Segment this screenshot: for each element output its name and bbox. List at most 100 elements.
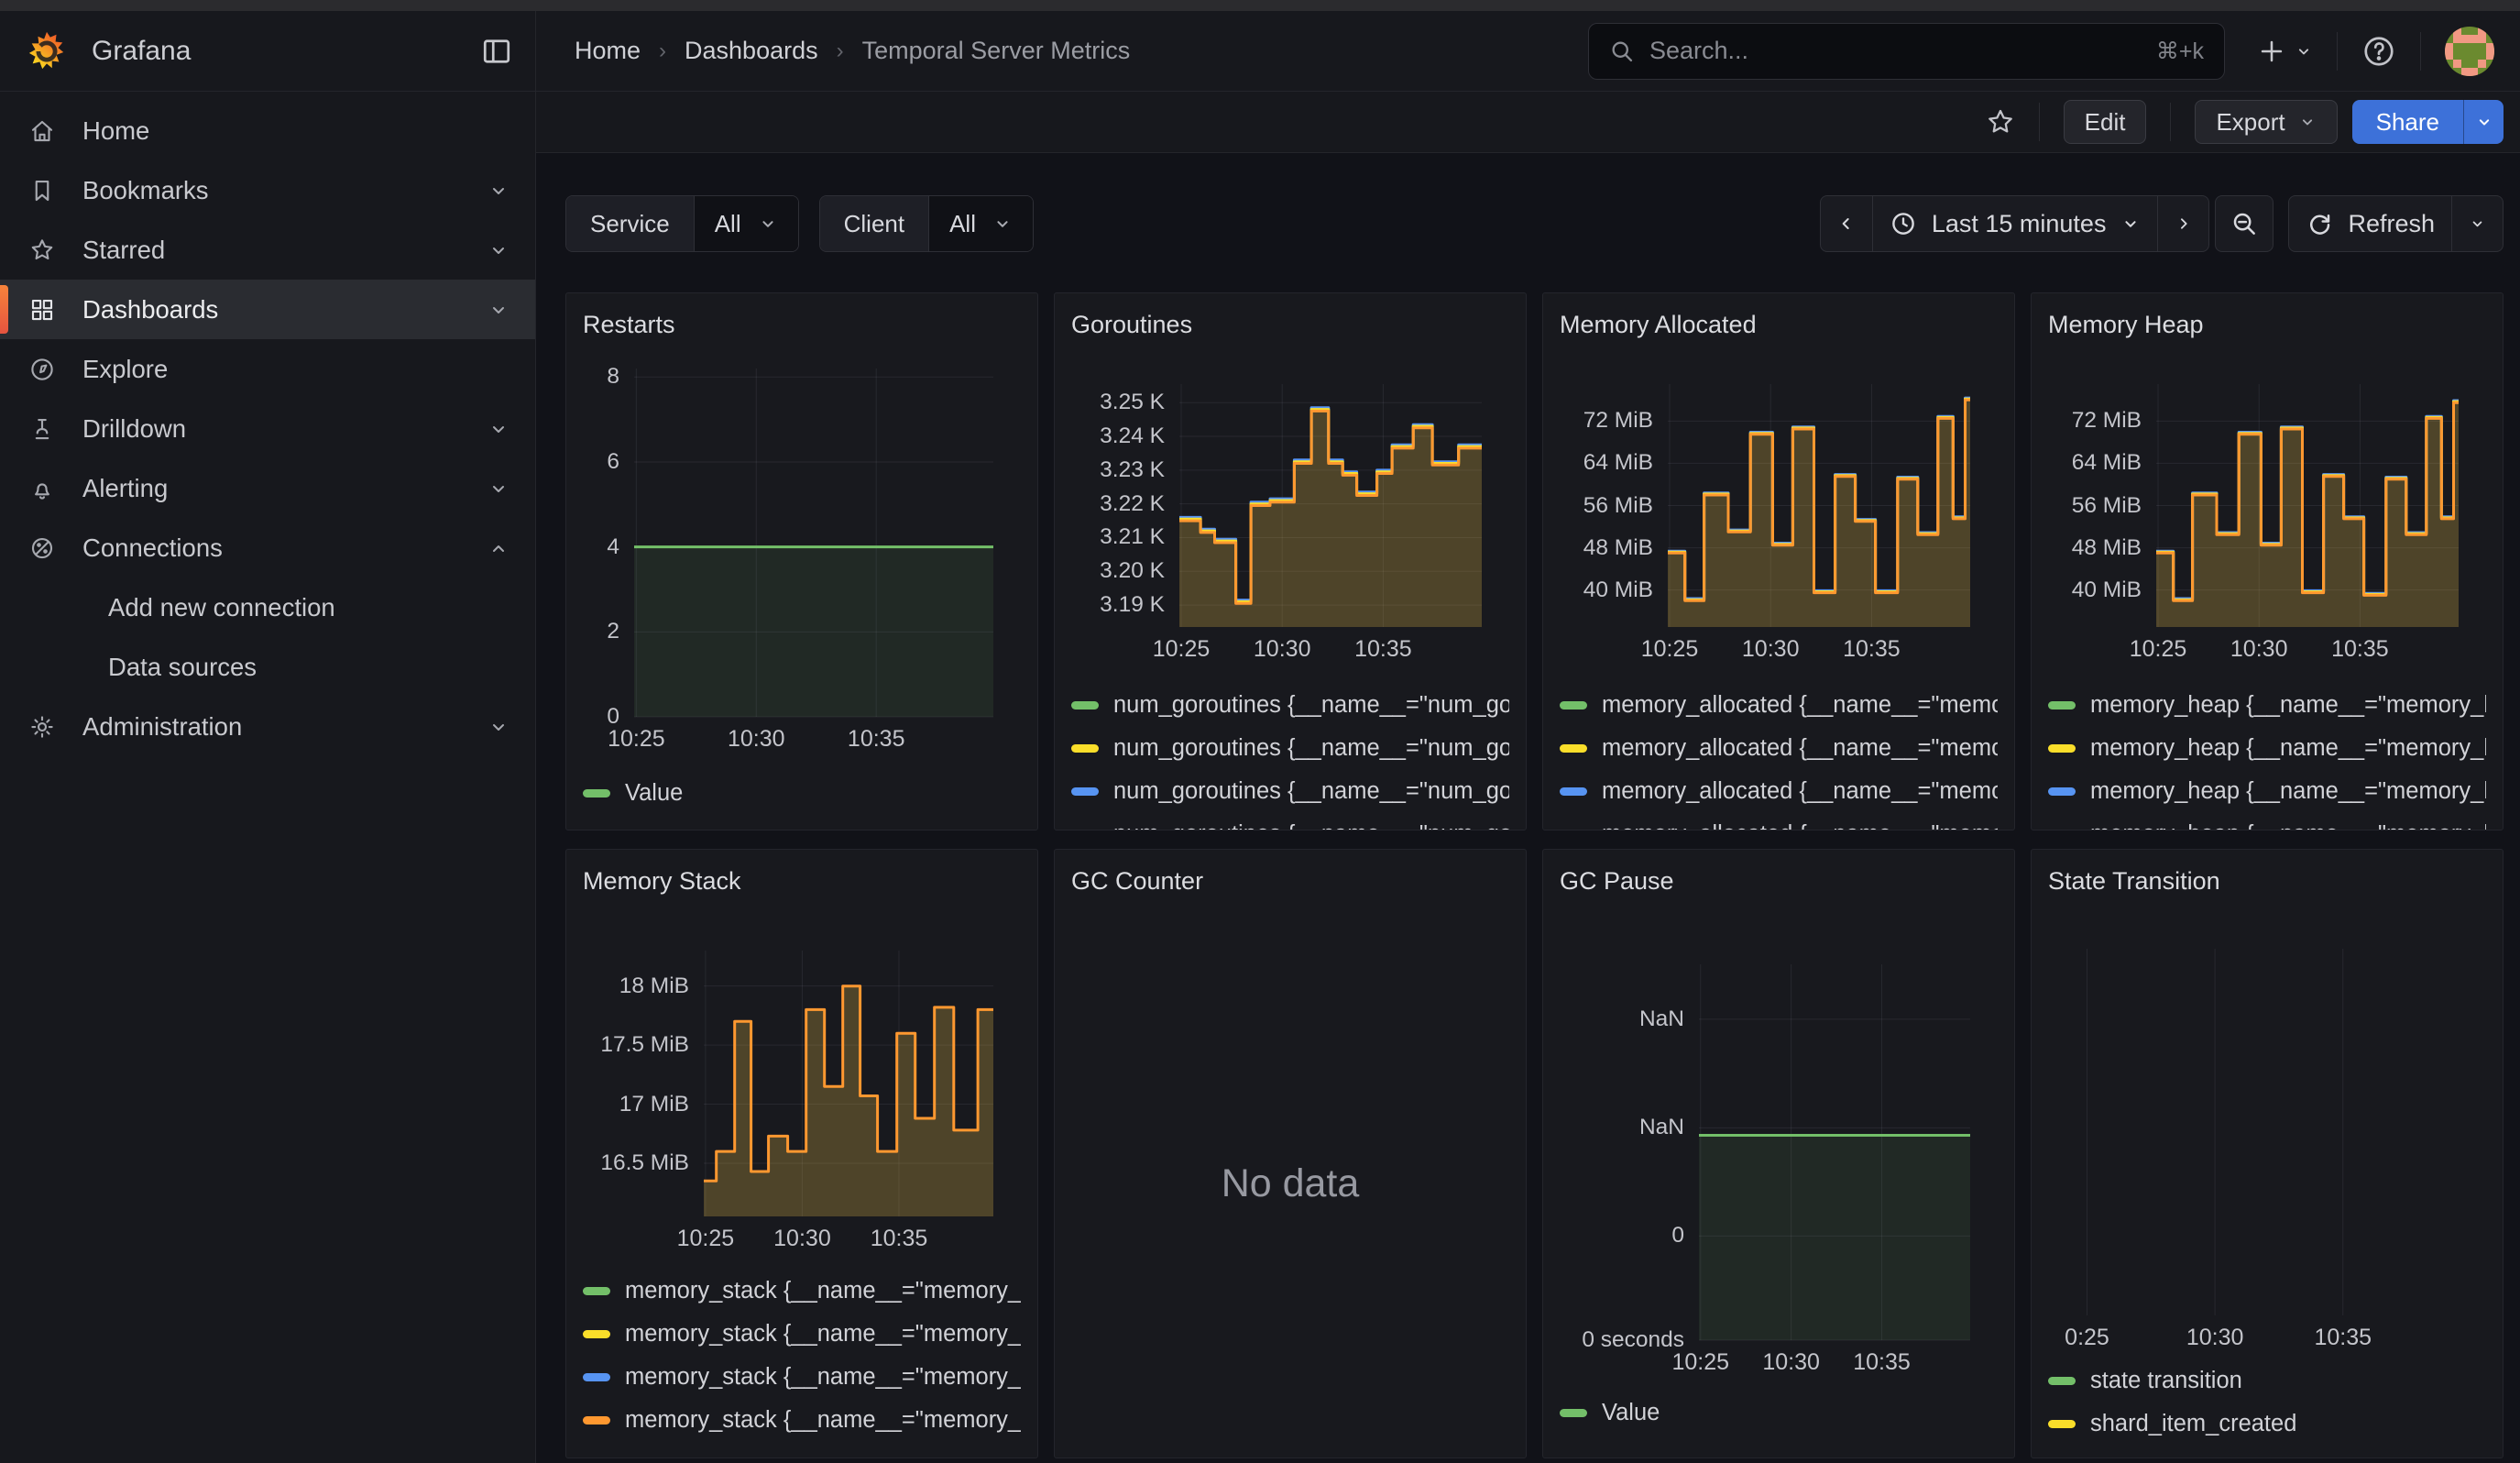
client-filter[interactable]: Client All <box>819 195 1034 252</box>
y-axis-tick-label: 3.25 K <box>1071 389 1165 416</box>
export-button[interactable]: Export <box>2195 100 2337 144</box>
memory-allocated-legend: memory_allocated {__name__="memomemory_a… <box>1560 684 1998 830</box>
share-button[interactable]: Share <box>2352 100 2463 144</box>
legend-item[interactable]: memory_stack {__name__="memory_s <box>583 1356 1021 1399</box>
sidebar-item-bookmarks[interactable]: Bookmarks <box>0 160 535 220</box>
chevron-down-icon <box>2298 113 2317 131</box>
goroutines-chart[interactable]: 3.25 K3.24 K3.23 K3.22 K3.21 K3.20 K3.19… <box>1071 384 1509 627</box>
grafana-logo-icon[interactable] <box>26 30 68 72</box>
sidebar-item-connections[interactable]: Connections <box>0 518 535 578</box>
panel-title[interactable]: Restarts <box>583 306 1021 343</box>
legend-swatch <box>1560 1409 1587 1417</box>
legend-swatch <box>583 1416 610 1424</box>
share-menu-button[interactable] <box>2463 100 2504 144</box>
favorite-star-icon[interactable] <box>1986 107 2015 137</box>
help-icon[interactable] <box>2361 34 2396 69</box>
edit-button[interactable]: Edit <box>2064 100 2147 144</box>
sidebar-item-alerting[interactable]: Alerting <box>0 458 535 518</box>
x-axis-tick-label: 10:30 <box>2186 1325 2244 1351</box>
memory-stack-chart[interactable]: 18 MiB17.5 MiB17 MiB16.5 MiB10:2510:3010… <box>583 951 1021 1216</box>
sidebar-item-starred[interactable]: Starred <box>0 220 535 280</box>
memory-stack-legend: memory_stack {__name__="memory_s memory_s… <box>583 1270 1021 1442</box>
sidebar-item-explore[interactable]: Explore <box>0 339 535 399</box>
refresh-label: Refresh <box>2348 210 2435 238</box>
legend-item[interactable]: num_goroutines {__name__="num_go <box>1071 813 1509 830</box>
sidebar-item-drilldown[interactable]: Drilldown <box>0 399 535 458</box>
x-axis-tick-label: 10:35 <box>1843 636 1901 663</box>
legend-item[interactable]: memory_allocated {__name__="memo <box>1560 727 1998 770</box>
legend-item[interactable]: memory_stack {__name__="memory_s <box>583 1399 1021 1442</box>
x-axis-tick-label: 10:30 <box>1254 636 1311 663</box>
sidebar-item-add-new-connection[interactable]: Add new connection <box>0 578 535 637</box>
legend-label: num_goroutines {__name__="num_go <box>1113 821 1509 830</box>
legend-item[interactable]: memory_heap {__name__="memory_h <box>2048 813 2486 830</box>
time-shift-back-button[interactable] <box>1821 196 1872 251</box>
chevron-down-icon <box>488 478 509 500</box>
sidebar-item-home[interactable]: Home <box>0 101 535 160</box>
time-shift-forward-button[interactable] <box>2157 196 2208 251</box>
refresh-button[interactable]: Refresh <box>2289 196 2451 251</box>
breadcrumb: Home › Dashboards › Temporal Server Metr… <box>575 37 1130 65</box>
search-icon <box>1609 38 1635 64</box>
legend-item[interactable]: Value <box>583 772 1021 815</box>
legend-item[interactable]: shard_item_created <box>2048 1402 2486 1446</box>
zoom-out-button[interactable] <box>2215 195 2273 252</box>
chevron-down-icon <box>488 418 509 440</box>
legend-label: memory_stack {__name__="memory_s <box>625 1321 1021 1348</box>
sidebar-item-administration[interactable]: Administration <box>0 697 535 756</box>
legend-item[interactable]: Value <box>1560 1392 1998 1435</box>
refresh-controls: Refresh <box>2288 195 2504 252</box>
time-range-picker[interactable]: Last 15 minutes <box>1872 196 2158 251</box>
add-new-button[interactable] <box>2256 36 2313 67</box>
legend-item[interactable]: num_goroutines {__name__="num_go <box>1071 684 1509 727</box>
legend-item[interactable]: memory_allocated {__name__="memo <box>1560 684 1998 727</box>
search-placeholder: Search... <box>1649 37 2156 65</box>
star-icon <box>27 236 57 264</box>
panel-title[interactable]: State Transition <box>2048 863 2486 899</box>
divider <box>2337 32 2338 71</box>
legend-item[interactable]: memory_heap {__name__="memory_h <box>2048 727 2486 770</box>
sidebar-item-dashboards[interactable]: Dashboards <box>0 280 535 339</box>
sidebar-item-data-sources[interactable]: Data sources <box>0 637 535 697</box>
legend-label: memory_heap {__name__="memory_h <box>2090 778 2486 805</box>
breadcrumb-home[interactable]: Home <box>575 37 641 65</box>
legend-item[interactable]: num_goroutines {__name__="num_go <box>1071 770 1509 813</box>
restarts-chart[interactable]: 0246810:2510:3010:35 <box>583 368 1021 717</box>
legend-item[interactable]: state transition <box>2048 1359 2486 1402</box>
gc-pause-chart[interactable]: NaNNaN00 seconds10:2510:3010:35 <box>1560 964 1998 1340</box>
legend-item[interactable]: memory_stack {__name__="memory_s <box>583 1313 1021 1356</box>
legend-item[interactable]: memory_stack {__name__="memory_s <box>583 1270 1021 1313</box>
sidebar-toggle-icon[interactable] <box>480 35 513 68</box>
legend-item[interactable]: memory_heap {__name__="memory_h <box>2048 770 2486 813</box>
user-avatar[interactable] <box>2445 27 2494 76</box>
legend-item[interactable]: memory_heap {__name__="memory_h <box>2048 684 2486 727</box>
legend-item[interactable]: memory_allocated {__name__="memo <box>1560 770 1998 813</box>
panel-gc-counter: GC Counter No data <box>1054 849 1527 1458</box>
legend-item[interactable]: num_goroutines {__name__="num_go <box>1071 727 1509 770</box>
sidebar-item-label: Explore <box>82 355 535 384</box>
client-filter-value[interactable]: All <box>929 196 1033 251</box>
refresh-interval-button[interactable] <box>2451 196 2503 251</box>
legend-swatch <box>1560 701 1587 710</box>
search-input[interactable]: Search... ⌘+k <box>1588 23 2225 80</box>
panel-title[interactable]: Memory Stack <box>583 863 1021 899</box>
chevron-down-icon <box>992 214 1013 234</box>
legend-swatch <box>583 1287 610 1295</box>
panel-title[interactable]: GC Counter <box>1071 863 1509 899</box>
apps-icon <box>27 296 57 324</box>
panel-title[interactable]: Goroutines <box>1071 306 1509 343</box>
panel-title[interactable]: Memory Allocated <box>1560 306 1998 343</box>
legend-label: memory_stack {__name__="memory_s <box>625 1364 1021 1391</box>
legend-item[interactable]: memory_allocated {__name__="memo <box>1560 813 1998 830</box>
legend-swatch <box>2048 1420 2076 1428</box>
memory-heap-chart[interactable]: 72 MiB64 MiB56 MiB48 MiB40 MiB10:2510:30… <box>2048 384 2486 627</box>
panel-title[interactable]: Memory Heap <box>2048 306 2486 343</box>
legend-swatch <box>583 789 610 798</box>
panel-title[interactable]: GC Pause <box>1560 863 1998 899</box>
breadcrumb-dashboards[interactable]: Dashboards <box>685 37 818 65</box>
y-axis-tick-label: 4 <box>583 534 619 561</box>
service-filter-value[interactable]: All <box>695 196 798 251</box>
service-filter[interactable]: Service All <box>565 195 799 252</box>
memory-allocated-chart[interactable]: 72 MiB64 MiB56 MiB48 MiB40 MiB10:2510:30… <box>1560 384 1998 627</box>
state-transition-chart[interactable]: 0:2510:3010:35 <box>2048 949 2486 1315</box>
